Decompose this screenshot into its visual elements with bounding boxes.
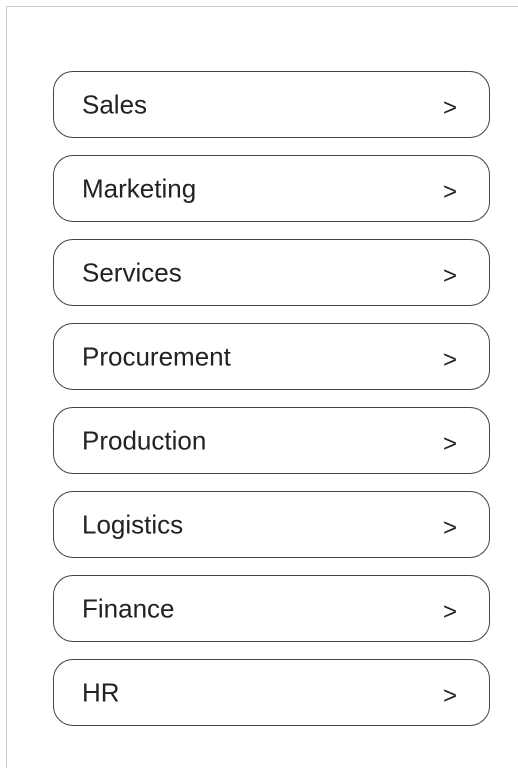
menu-item-logistics[interactable]: Logistics > [53, 491, 490, 558]
chevron-right-icon: > [442, 429, 457, 457]
menu-item-services[interactable]: Services > [53, 239, 490, 306]
menu-item-hr[interactable]: HR > [53, 659, 490, 726]
menu-item-label: Services [82, 257, 182, 287]
chevron-right-icon: > [442, 513, 457, 541]
menu-item-finance[interactable]: Finance > [53, 575, 490, 642]
menu-item-label: Marketing [82, 173, 197, 203]
chevron-right-icon: > [442, 345, 457, 373]
menu-item-label: Production [82, 425, 207, 455]
menu-item-label: Procurement [82, 341, 231, 371]
menu-item-label: Logistics [82, 509, 184, 539]
menu-item-label: Sales [82, 89, 148, 119]
menu-item-label: HR [82, 677, 120, 707]
menu-item-marketing[interactable]: Marketing > [53, 155, 490, 222]
chevron-right-icon: > [442, 681, 457, 709]
menu-item-label: Finance [82, 593, 175, 623]
module-menu: Sales > Marketing > Services > Procureme… [53, 71, 490, 743]
chevron-right-icon: > [442, 597, 457, 625]
menu-item-production[interactable]: Production > [53, 407, 490, 474]
chevron-right-icon: > [442, 177, 457, 205]
menu-item-procurement[interactable]: Procurement > [53, 323, 490, 390]
chevron-right-icon: > [442, 93, 457, 121]
chevron-right-icon: > [442, 261, 457, 289]
menu-item-sales[interactable]: Sales > [53, 71, 490, 138]
